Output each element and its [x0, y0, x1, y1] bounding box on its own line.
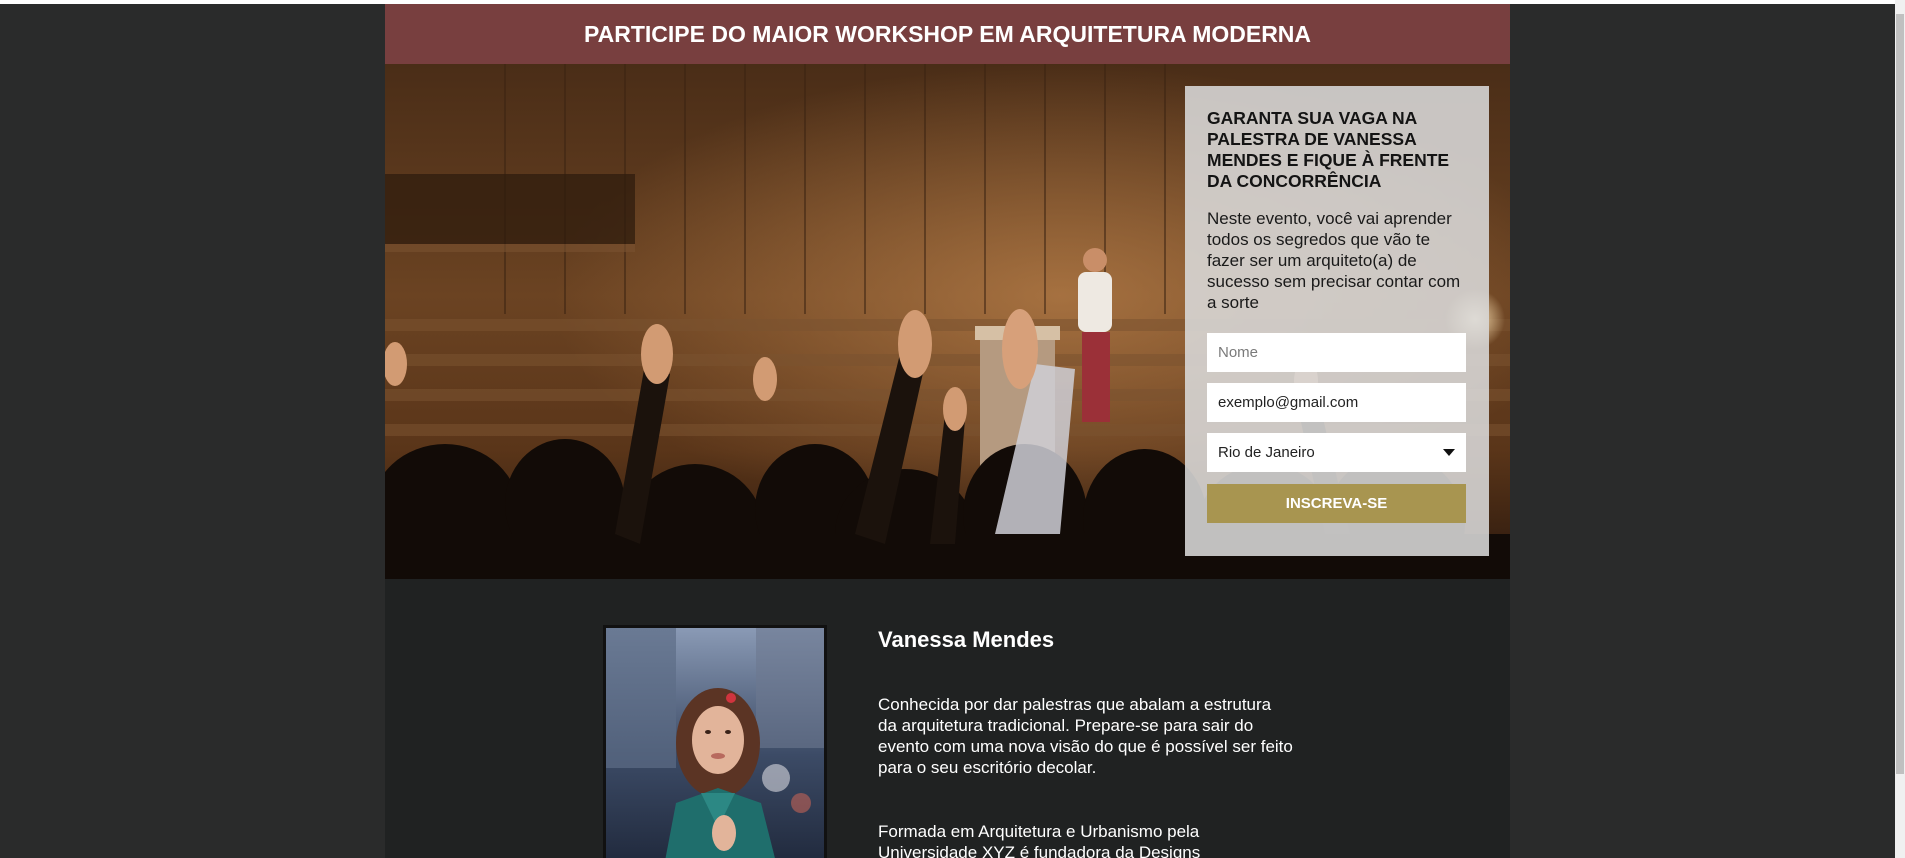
email-input[interactable] [1207, 383, 1466, 422]
city-select[interactable]: Rio de Janeiro [1207, 433, 1466, 472]
landing-container: PARTICIPE DO MAIOR WORKSHOP EM ARQUITETU… [385, 4, 1510, 858]
chevron-down-icon [1443, 449, 1455, 456]
page-scrollbar[interactable] [1895, 0, 1905, 858]
name-input[interactable] [1207, 333, 1466, 372]
form-heading: GARANTA SUA VAGA NA PALESTRA DE VANESSA … [1207, 108, 1450, 191]
speaker-section: Vanessa Mendes Conhecida por dar palestr… [385, 579, 1510, 858]
signup-form-card: GARANTA SUA VAGA NA PALESTRA DE VANESSA … [1185, 86, 1489, 556]
speaker-info: Vanessa Mendes Conhecida por dar palestr… [878, 627, 1293, 858]
city-select-value: Rio de Janeiro [1218, 444, 1315, 461]
scrollbar-thumb[interactable] [1896, 14, 1904, 774]
speaker-portrait-image [606, 628, 824, 858]
hero-section: GARANTA SUA VAGA NA PALESTRA DE VANESSA … [385, 64, 1510, 579]
speaker-photo [603, 625, 827, 858]
banner-title: PARTICIPE DO MAIOR WORKSHOP EM ARQUITETU… [583, 20, 1312, 47]
speaker-bio-continued: Formada em Arquitetura e Urbanismo pela … [878, 822, 1201, 858]
form-description: Neste evento, você vai aprender todos os… [1207, 209, 1461, 312]
subscribe-button[interactable]: INSCREVA-SE [1207, 484, 1466, 523]
header-banner: PARTICIPE DO MAIOR WORKSHOP EM ARQUITETU… [385, 4, 1510, 64]
speaker-name: Vanessa Mendes [878, 627, 1055, 652]
page: PARTICIPE DO MAIOR WORKSHOP EM ARQUITETU… [0, 0, 1905, 858]
speaker-bio: Conhecida por dar palestras que abalam a… [878, 695, 1293, 777]
